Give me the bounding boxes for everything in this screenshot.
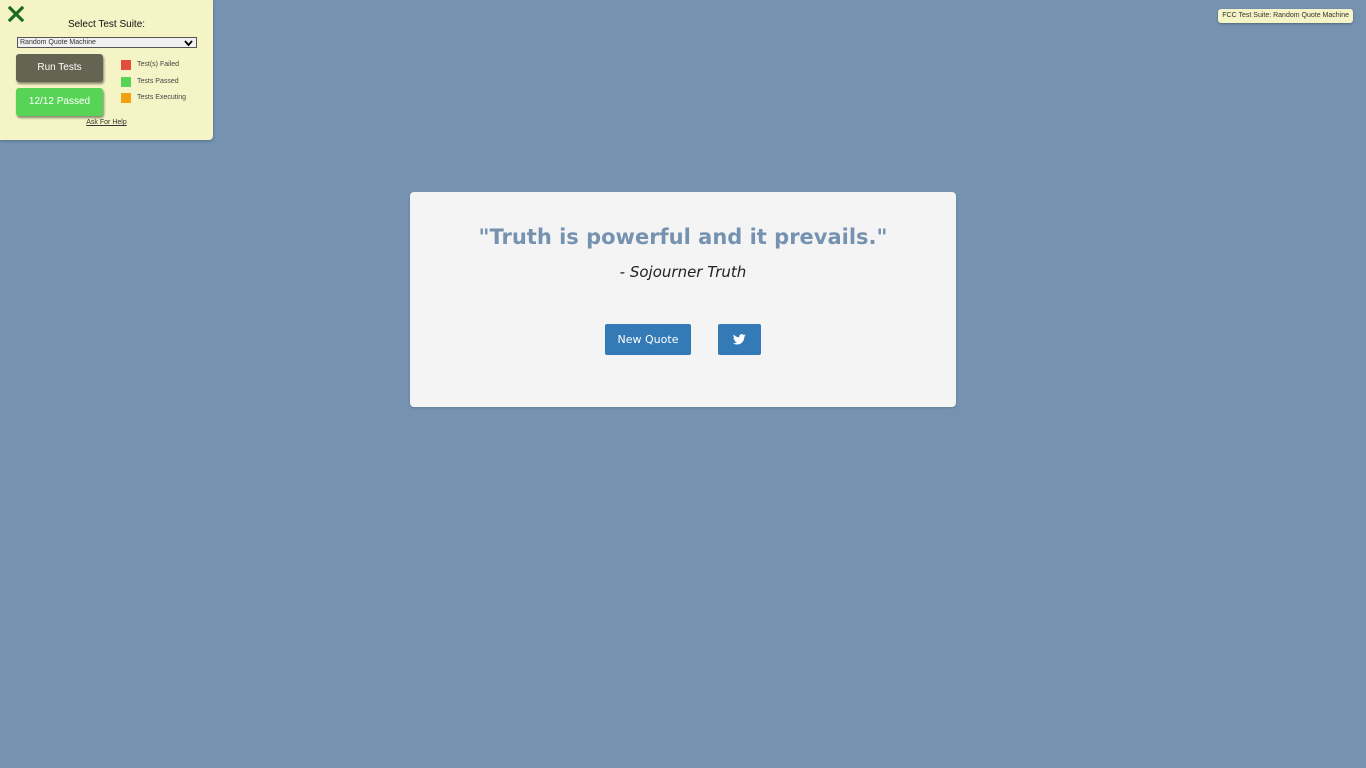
test-suite-select[interactable]: Random Quote Machine	[17, 37, 197, 48]
test-results-button[interactable]: 12/12 Passed	[16, 88, 103, 116]
fcc-test-panel: Select Test Suite: Random Quote Machine …	[0, 0, 213, 140]
quote-author: - Sojourner Truth	[619, 263, 747, 281]
legend-label: Tests Executing	[137, 94, 187, 101]
legend-label: Test(s) Failed	[137, 61, 180, 68]
legend-item-executing: Tests Executing	[121, 93, 186, 103]
test-suite-select-value: Random Quote Machine	[20, 39, 96, 46]
test-suite-title: Select Test Suite:	[67, 19, 146, 30]
passed-swatch	[121, 77, 131, 87]
legend-label: Tests Passed	[137, 78, 179, 85]
twitter-icon	[733, 334, 746, 345]
ask-for-help-link[interactable]: Ask For Help	[0, 119, 213, 126]
legend-item-failed: Test(s) Failed	[121, 60, 179, 70]
quote-text: "Truth is powerful and it prevails."	[478, 225, 888, 249]
executing-swatch	[121, 93, 131, 103]
failed-swatch	[121, 60, 131, 70]
fcc-suite-badge: FCC Test Suite: Random Quote Machine	[1218, 9, 1353, 23]
chevron-down-icon	[184, 40, 193, 47]
tweet-quote-button[interactable]	[718, 324, 761, 355]
run-tests-button[interactable]: Run Tests	[16, 54, 103, 82]
legend-item-passed: Tests Passed	[121, 77, 179, 87]
new-quote-button[interactable]: New Quote	[605, 324, 691, 355]
quote-box: "Truth is powerful and it prevails." - S…	[410, 192, 956, 407]
